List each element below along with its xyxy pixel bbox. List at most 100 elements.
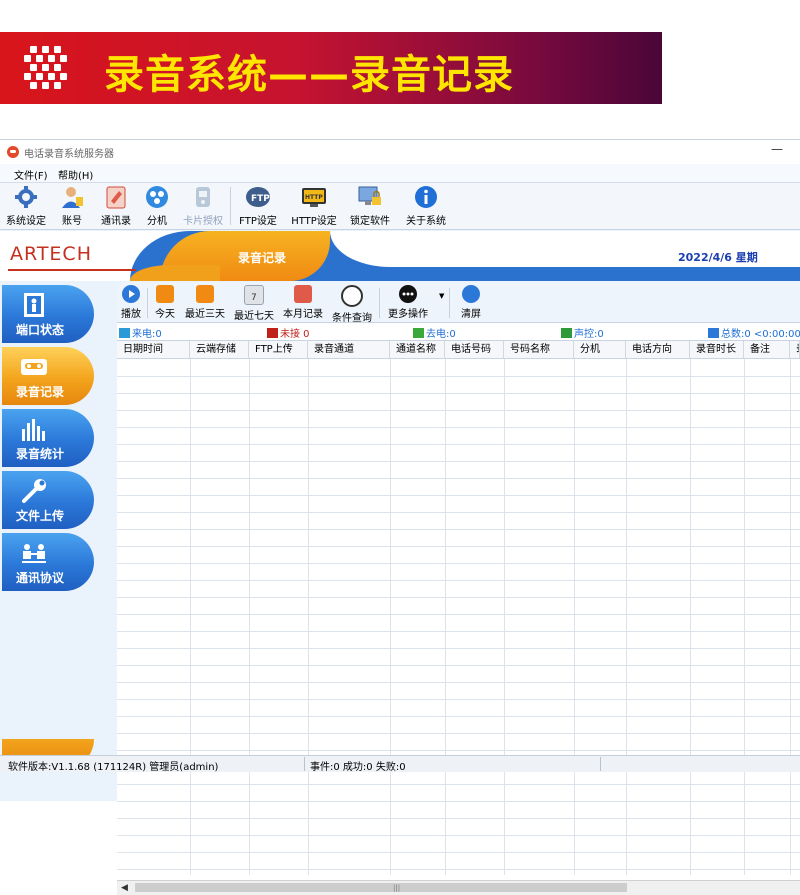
- artech-logo: ARTECH: [10, 243, 92, 265]
- more-actions-dropdown-arrow[interactable]: ▼: [439, 292, 444, 300]
- records-table-body[interactable]: [117, 359, 800, 875]
- toolbar-label: HTTP设定: [291, 216, 337, 227]
- nav-file-upload[interactable]: 文件上传: [2, 471, 94, 529]
- minimize-button[interactable]: —: [770, 142, 784, 160]
- voice-text: 声控:0: [574, 329, 604, 340]
- column-header[interactable]: 号码名称: [504, 341, 574, 358]
- nav-comm-protocol[interactable]: 通讯协议: [2, 533, 94, 591]
- column-header[interactable]: 录音时长: [690, 341, 744, 358]
- grid-row-line: [117, 376, 800, 377]
- toolbar-account-button[interactable]: 账号: [54, 185, 90, 227]
- toolbar-ftp-settings-button[interactable]: FTP FTP设定: [236, 185, 280, 227]
- user-icon: [59, 185, 85, 209]
- column-header[interactable]: 云端存储: [190, 341, 249, 358]
- toolbar-label: 关于系统: [406, 216, 446, 227]
- grid-column-line: [308, 359, 309, 875]
- grid-row-line: [117, 393, 800, 394]
- incoming-call-icon: [119, 328, 130, 338]
- toolbar-address-book-button[interactable]: 通讯录: [96, 185, 136, 227]
- svg-text:7: 7: [251, 293, 257, 303]
- this-month-button[interactable]: 本月记录: [281, 285, 325, 320]
- play-icon: [122, 285, 140, 303]
- nav-recording-stats[interactable]: 录音统计: [2, 409, 94, 467]
- column-header[interactable]: 录音通道: [308, 341, 390, 358]
- scroll-left-arrow-icon[interactable]: ◀: [121, 883, 128, 893]
- menu-file[interactable]: 文件(F): [14, 167, 48, 182]
- current-date: 2022/4/6 星期: [678, 251, 758, 264]
- toolbar-system-settings-button[interactable]: 系统设定: [4, 185, 48, 227]
- conditional-search-button[interactable]: 条件查询: [330, 285, 374, 324]
- grid-row-line: [117, 563, 800, 564]
- column-header[interactable]: 分机: [574, 341, 626, 358]
- calendar-today-icon: [156, 285, 174, 303]
- svg-text:HTTP: HTTP: [305, 194, 323, 201]
- lock-screen-icon: [357, 185, 383, 209]
- action-label: 本月记录: [283, 309, 323, 320]
- horizontal-scrollbar[interactable]: ◀ |||: [117, 880, 800, 895]
- grid-row-line: [117, 835, 800, 836]
- grid-row-line: [117, 495, 800, 496]
- tape-icon: [20, 353, 48, 381]
- magnifier-icon: [341, 285, 363, 307]
- scrollbar-thumb[interactable]: |||: [135, 883, 627, 892]
- toolbar-http-settings-button[interactable]: HTTP HTTP设定: [288, 185, 340, 227]
- grid-column-line: [790, 359, 791, 875]
- action-separator: [379, 288, 380, 318]
- grid-row-line: [117, 512, 800, 513]
- svg-text:FTP: FTP: [251, 194, 270, 204]
- grid-row-line: [117, 699, 800, 700]
- toolbar-extension-button[interactable]: 分机: [140, 185, 174, 227]
- column-header[interactable]: 通道名称: [390, 341, 445, 358]
- call-stats-strip: 来电:0 未接 0 去电:0 声控:0 总数:0 <0:00:00>: [117, 323, 800, 341]
- grid-row-line: [117, 869, 800, 870]
- last-three-days-button[interactable]: 最近三天: [183, 285, 227, 320]
- action-label: 条件查询: [332, 313, 372, 324]
- calendar-7day-icon: 7: [244, 285, 264, 305]
- extension-icon: [144, 185, 170, 209]
- action-label: 更多操作: [388, 309, 428, 320]
- toolbar-label: 锁定软件: [350, 216, 390, 227]
- column-header[interactable]: 电话方向: [626, 341, 690, 358]
- grid-row-line: [117, 852, 800, 853]
- grid-column-line: [504, 359, 505, 875]
- more-actions-button[interactable]: 更多操作: [385, 285, 431, 320]
- today-button[interactable]: 今天: [153, 285, 177, 320]
- http-icon: HTTP: [301, 185, 327, 209]
- toolbar-label: 系统设定: [6, 216, 46, 227]
- column-header[interactable]: 日期时间: [117, 341, 190, 358]
- grid-column-line: [249, 359, 250, 875]
- toolbar-lock-software-button[interactable]: 锁定软件: [348, 185, 392, 227]
- action-bar: 播放 今天 最近三天 7 最近七天 本月记录 条件查询 更多操作 ▼ 清屏: [117, 282, 800, 324]
- app-icon: [7, 146, 19, 158]
- grid-row-line: [117, 478, 800, 479]
- clear-screen-button[interactable]: 清屏: [457, 285, 485, 320]
- column-header[interactable]: 电话号码: [445, 341, 504, 358]
- grid-row-line: [117, 631, 800, 632]
- grid-row-line: [117, 614, 800, 615]
- header-strip: ARTECH 录音记录 2022/4/6 星期: [0, 231, 800, 281]
- grid-row-line: [117, 529, 800, 530]
- main-panel: 播放 今天 最近三天 7 最近七天 本月记录 条件查询 更多操作 ▼ 清屏 来电…: [117, 282, 800, 895]
- toolbar-label: 分机: [147, 216, 167, 227]
- status-bar: 软件版本:V1.1.68 (171124R) 管理员(admin) 事件:0 成…: [0, 755, 800, 773]
- app-window: 电话录音系统服务器 — 文件(F) 帮助(H) 系统设定 账号 通讯录 分机 卡…: [0, 139, 800, 895]
- grid-row-line: [117, 682, 800, 683]
- toolbar-card-auth-button[interactable]: 卡片授权: [180, 185, 226, 227]
- nav-recording-records[interactable]: 录音记录: [2, 347, 94, 405]
- port-status-icon: [20, 291, 48, 319]
- nav-label: 录音统计: [16, 447, 65, 461]
- toolbar-about-button[interactable]: 关于系统: [404, 185, 448, 227]
- info-icon: [413, 185, 439, 209]
- grid-row-line: [117, 427, 800, 428]
- grid-row-line: [117, 648, 800, 649]
- column-header[interactable]: 录: [790, 341, 800, 358]
- action-label: 最近三天: [185, 309, 225, 320]
- nav-port-status[interactable]: 端口状态: [2, 285, 94, 343]
- calendar-3day-icon: [196, 285, 214, 303]
- play-button[interactable]: 播放: [119, 285, 143, 320]
- menu-help[interactable]: 帮助(H): [58, 167, 93, 182]
- column-header[interactable]: FTP上传: [249, 341, 308, 358]
- column-header[interactable]: 备注: [744, 341, 790, 358]
- last-seven-days-button[interactable]: 7 最近七天: [232, 285, 276, 322]
- scrollbar-grip-icon: |||: [393, 884, 401, 892]
